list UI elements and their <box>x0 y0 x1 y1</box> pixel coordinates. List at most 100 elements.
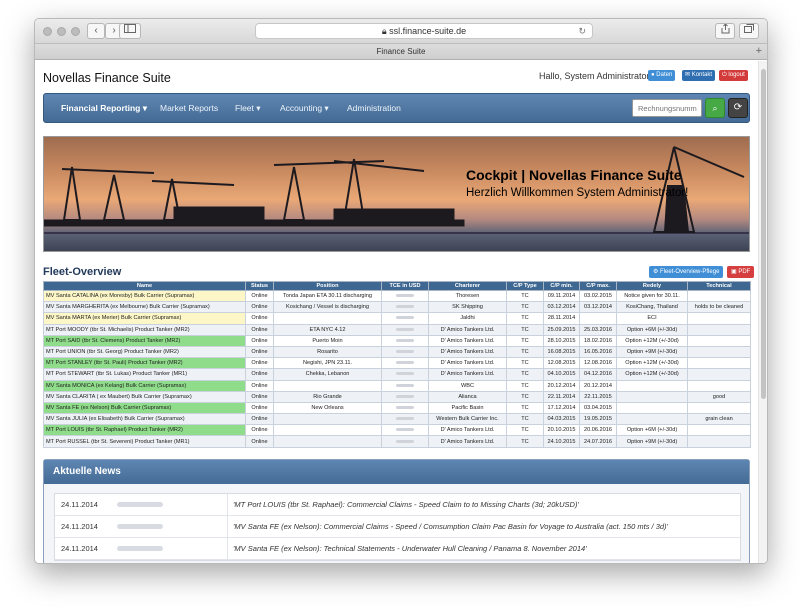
column-header[interactable]: Charterer <box>428 281 507 291</box>
reload-icon[interactable]: ↻ <box>578 24 586 38</box>
status-cell: Online <box>245 334 274 347</box>
table-row[interactable]: MT Port UNION (tbr St. Georg) Product Ta… <box>43 345 751 359</box>
table-row[interactable]: MV Santa MARTA (ex Merier) Bulk Carrier … <box>43 312 751 325</box>
table-row[interactable]: MV Santa CLARITA ( ex Maubert) Bulk Carr… <box>43 390 751 403</box>
name-cell: MT Port MOODY (tbr St. Michaelis) Produc… <box>43 323 246 336</box>
redacted-author <box>117 546 163 551</box>
type-cell: TC <box>506 368 544 381</box>
kontakt-button[interactable]: ✉ Kontakt <box>682 70 716 81</box>
table-row[interactable]: MT Port RUSSEL (tbr St. Severeni) Produc… <box>43 435 751 448</box>
technical-cell <box>687 323 751 336</box>
news-text[interactable]: 'MT Port LOUIS (tbr St. Raphael): Commer… <box>233 494 579 516</box>
table-row[interactable]: MT Port STEWART (tbr St. Lukas) Product … <box>43 368 751 381</box>
table-row[interactable]: MV Santa JULIA (ex Elisabeth) Bulk Carri… <box>43 413 751 426</box>
scrollbar-thumb[interactable] <box>761 69 766 399</box>
column-header[interactable]: Status <box>245 281 274 291</box>
hero-title: Cockpit | Novellas Finance Suite <box>466 167 682 183</box>
zoom-window-button[interactable] <box>71 27 80 36</box>
table-header-row: Name Status Position TCE in USD Charterer C/P… <box>43 281 751 291</box>
redely-cell <box>616 401 688 415</box>
nav-accounting[interactable]: Accounting ▾ <box>280 94 329 122</box>
tce-cell <box>381 435 429 448</box>
column-header[interactable]: C/P Type <box>506 281 544 291</box>
redacted-value <box>396 316 414 320</box>
tab-finance-suite[interactable]: Finance Suite <box>377 47 426 56</box>
tabs-overview-button[interactable] <box>739 23 759 39</box>
table-row[interactable]: MT Port LOUIS (tbr St. Raphael) Product … <box>43 424 751 437</box>
position-cell: Tonda Japan ETA 30.11 discharging <box>273 289 382 303</box>
position-cell: ETA NYC 4.12 <box>273 323 382 336</box>
redacted-value <box>396 383 414 387</box>
share-icon <box>721 23 729 34</box>
share-button[interactable] <box>715 23 735 39</box>
charterer-cell: D' Amico Tankers Ltd. <box>428 345 507 359</box>
table-row[interactable]: MV Santa FE (ex Nelson) Bulk Carrier (Su… <box>43 401 751 415</box>
position-cell <box>273 435 382 448</box>
news-text[interactable]: 'MV Santa FE (ex Nelson): Technical Stat… <box>233 538 587 560</box>
column-header[interactable]: TCE in USD <box>381 281 429 291</box>
table-row[interactable]: MT Port MOODY (tbr St. Michaelis) Produc… <box>43 323 751 336</box>
pdf-export-button[interactable]: ▣ PDF <box>727 266 755 278</box>
technical-cell <box>687 345 751 359</box>
news-title: Aktuelle News <box>44 460 749 484</box>
browser-window: ‹ › 🔒︎ ssl.finance-suite.de ↻ Finance Su… <box>34 18 768 564</box>
brand-title: Novellas Finance Suite <box>43 71 171 85</box>
tce-cell <box>381 390 429 403</box>
tce-cell <box>381 289 429 303</box>
page-scrollbar[interactable] <box>758 61 767 563</box>
charterer-cell: D' Amico Tankers Ltd. <box>428 424 507 437</box>
column-header[interactable]: Redely <box>616 281 688 291</box>
tabs-icon <box>744 24 754 33</box>
redely-cell <box>616 379 688 392</box>
hero-banner: Cockpit | Novellas Finance Suite Herzlic… <box>43 136 750 252</box>
tce-cell <box>381 323 429 336</box>
min-cell: 09.11.2014 <box>543 289 580 303</box>
table-row[interactable]: MV Santa MARGHERITA (ex Melbourne) Bulk … <box>43 301 751 314</box>
invoice-search-input[interactable] <box>632 99 702 117</box>
list-item[interactable]: 24.11.2014 'MV Santa FE (ex Nelson): Comm… <box>55 516 740 538</box>
column-header[interactable]: Name <box>43 281 246 291</box>
charterer-cell: WBC <box>428 379 507 392</box>
news-text[interactable]: 'MV Santa FE (ex Nelson): Commercial Cla… <box>233 516 668 538</box>
search-button[interactable]: ⌕ <box>705 98 725 118</box>
column-header[interactable]: C/P min. <box>543 281 580 291</box>
list-item[interactable]: 24.11.2014 'MT Port LOUIS (tbr St. Raphae… <box>55 494 740 516</box>
min-cell: 22.11.2014 <box>543 390 580 403</box>
close-window-button[interactable] <box>43 27 52 36</box>
table-row[interactable]: MT Port STANLEY (tbr St. Pauli) Product … <box>43 357 751 370</box>
redacted-author <box>117 502 163 507</box>
max-cell: 03.02.2015 <box>579 289 617 303</box>
table-row[interactable]: MV Santa CATALINA (ex Moresby) Bulk Carr… <box>43 289 751 303</box>
address-text: ssl.finance-suite.de <box>389 26 467 36</box>
column-header[interactable]: Technical <box>687 281 751 291</box>
refresh-button[interactable]: ⟳ <box>728 98 748 118</box>
daten-button[interactable]: ● Daten <box>648 70 676 81</box>
fleet-overview-pflege-button[interactable]: ⚙ Fleet-Overview-Pflege <box>649 266 724 278</box>
charterer-cell: Alianca <box>428 390 507 403</box>
technical-cell: holds to be cleaned <box>687 301 751 314</box>
nav-market-reports[interactable]: Market Reports <box>160 94 218 122</box>
minimize-window-button[interactable] <box>57 27 66 36</box>
logout-button[interactable]: ⏻ logout <box>719 70 748 81</box>
max-cell: 19.05.2015 <box>579 413 617 426</box>
status-cell: Online <box>245 312 274 325</box>
column-header[interactable]: Position <box>273 281 382 291</box>
min-cell: 17.12.2014 <box>543 401 580 415</box>
column-header[interactable]: C/P max. <box>579 281 617 291</box>
sidebar-toggle-button[interactable] <box>119 23 141 39</box>
charterer-cell: Jaldhi <box>428 312 507 325</box>
back-button[interactable]: ‹ <box>87 23 105 39</box>
table-row[interactable]: MT Port SAID (tbr St. Clemens) Product T… <box>43 334 751 347</box>
list-item[interactable]: 24.11.2014 'MV Santa FE (ex Nelson): Tech… <box>55 538 740 560</box>
nav-fleet[interactable]: Fleet ▾ <box>235 94 261 122</box>
news-panel: Aktuelle News 24.11.2014 'MT Port LOUIS (… <box>43 459 750 563</box>
new-tab-button[interactable]: + <box>756 44 762 59</box>
nav-financial-reporting[interactable]: Financial Reporting ▾ <box>61 94 147 122</box>
name-cell: MV Santa MONICA (ex Kelang) Bulk Carrier… <box>43 379 246 392</box>
table-row[interactable]: MV Santa MONICA (ex Kelang) Bulk Carrier… <box>43 379 751 392</box>
name-cell: MV Santa FE (ex Nelson) Bulk Carrier (Su… <box>43 401 246 415</box>
redely-cell: Option +12M (+/-30d) <box>616 334 688 347</box>
address-bar[interactable]: 🔒︎ ssl.finance-suite.de ↻ <box>255 23 593 39</box>
nav-administration[interactable]: Administration <box>347 94 401 122</box>
max-cell: 20.12.2014 <box>579 379 617 392</box>
